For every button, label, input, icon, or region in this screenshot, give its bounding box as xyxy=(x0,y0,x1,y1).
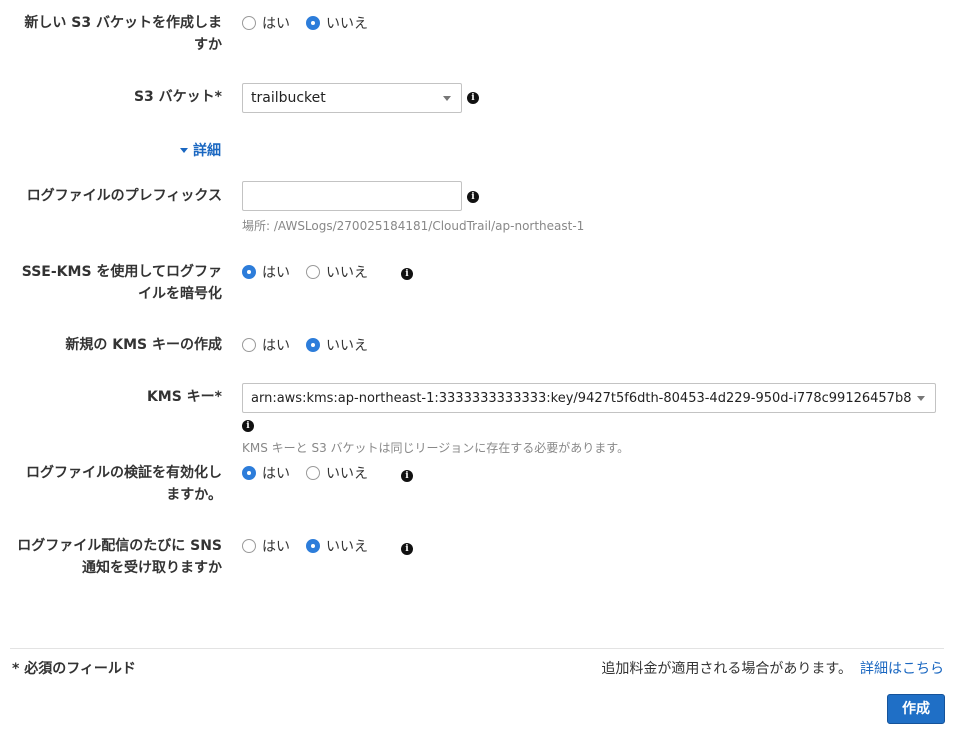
log-validation-no-radio[interactable]: いいえ xyxy=(306,463,368,483)
charges-note-row: 追加料金が適用される場合があります。 詳細はこちら xyxy=(601,658,944,678)
radio-button[interactable] xyxy=(306,265,320,279)
log-validation-label: ログファイルの検証を有効化し ますか。 xyxy=(0,462,222,506)
sns-notify-label-line1: ログファイル配信のたびに SNS xyxy=(17,538,222,554)
kms-key-label: KMS キー* xyxy=(146,389,222,405)
caret-down-icon xyxy=(180,147,188,153)
radio-label: はい xyxy=(262,539,290,555)
new-kms-key-radio-group: はい いいえ xyxy=(242,334,384,356)
radio-label: いいえ xyxy=(326,539,368,555)
new-bucket-label: 新しい S3 バケットを作成しま すか xyxy=(0,12,222,56)
charges-note: 追加料金が適用される場合があります。 xyxy=(601,661,852,677)
new-kms-key-no-radio[interactable]: いいえ xyxy=(306,335,368,355)
new-bucket-no-radio[interactable]: いいえ xyxy=(306,13,368,33)
log-validation-label-line2: ますか。 xyxy=(166,487,222,503)
radio-button[interactable] xyxy=(306,466,320,480)
details-toggle[interactable]: 詳細 xyxy=(180,140,221,160)
kms-key-select[interactable]: arn:aws:kms:ap-northeast-1:3333333333333… xyxy=(242,383,936,413)
create-button[interactable]: 作成 xyxy=(887,694,945,724)
radio-label: はい xyxy=(262,16,290,32)
info-icon[interactable]: i xyxy=(401,268,413,280)
sns-notify-no-radio[interactable]: いいえ xyxy=(306,536,368,556)
new-kms-key-label: 新規の KMS キーの作成 xyxy=(65,337,222,353)
caret-down-icon xyxy=(917,396,925,401)
sse-kms-label: SSE-KMS を使用してログファ イルを暗号化 xyxy=(0,261,222,305)
info-icon[interactable]: i xyxy=(401,470,413,482)
info-icon[interactable]: i xyxy=(467,92,479,104)
new-kms-key-yes-radio[interactable]: はい xyxy=(242,335,290,355)
log-prefix-label: ログファイルのプレフィックス xyxy=(26,188,222,204)
radio-button[interactable] xyxy=(306,539,320,553)
radio-button[interactable] xyxy=(242,16,256,30)
sns-notify-radio-group: はい いいえ xyxy=(242,535,384,557)
radio-label: はい xyxy=(262,338,290,354)
radio-button[interactable] xyxy=(306,16,320,30)
new-bucket-label-line1: 新しい S3 バケットを作成しま xyxy=(24,15,222,31)
sse-kms-label-line1: SSE-KMS を使用してログファ xyxy=(21,264,222,280)
s3-bucket-select[interactable]: trailbucket xyxy=(242,83,462,113)
info-icon[interactable]: i xyxy=(242,420,254,432)
sns-notify-label: ログファイル配信のたびに SNS 通知を受け取りますか xyxy=(0,535,222,579)
radio-button[interactable] xyxy=(242,539,256,553)
radio-button[interactable] xyxy=(242,466,256,480)
sse-kms-no-radio[interactable]: いいえ xyxy=(306,262,368,282)
radio-label: いいえ xyxy=(326,338,368,354)
log-validation-radio-group: はい いいえ xyxy=(242,462,384,484)
log-prefix-input[interactable] xyxy=(242,181,462,211)
required-fields-note: * 必須のフィールド xyxy=(12,661,136,677)
sse-kms-label-line2: イルを暗号化 xyxy=(138,286,222,302)
radio-label: はい xyxy=(262,466,290,482)
footer-divider xyxy=(10,648,944,649)
info-icon[interactable]: i xyxy=(467,191,479,203)
radio-label: いいえ xyxy=(326,265,368,281)
details-toggle-label: 詳細 xyxy=(193,143,221,159)
radio-label: いいえ xyxy=(326,466,368,482)
sns-notify-label-line2: 通知を受け取りますか xyxy=(82,560,222,576)
radio-label: はい xyxy=(262,265,290,281)
caret-down-icon xyxy=(443,96,451,101)
radio-button[interactable] xyxy=(242,338,256,352)
kms-key-value: arn:aws:kms:ap-northeast-1:3333333333333… xyxy=(251,390,911,406)
log-prefix-hint: 場所: /AWSLogs/270025184181/CloudTrail/ap-… xyxy=(242,219,585,233)
log-validation-label-line1: ログファイルの検証を有効化し xyxy=(26,465,222,481)
radio-label: いいえ xyxy=(326,16,368,32)
sse-kms-radio-group: はい いいえ xyxy=(242,261,384,283)
radio-button[interactable] xyxy=(306,338,320,352)
s3-bucket-value: trailbucket xyxy=(251,90,326,106)
s3-bucket-label: S3 バケット* xyxy=(133,89,222,105)
details-link[interactable]: 詳細はこちら xyxy=(860,658,944,678)
kms-key-hint: KMS キーと S3 バケットは同じリージョンに存在する必要があります。 xyxy=(242,441,630,455)
new-bucket-radio-group: はい いいえ xyxy=(242,12,384,34)
log-validation-yes-radio[interactable]: はい xyxy=(242,463,290,483)
new-bucket-yes-radio[interactable]: はい xyxy=(242,13,290,33)
sse-kms-yes-radio[interactable]: はい xyxy=(242,262,290,282)
info-icon[interactable]: i xyxy=(401,543,413,555)
new-bucket-label-line2: すか xyxy=(194,37,222,53)
sns-notify-yes-radio[interactable]: はい xyxy=(242,536,290,556)
radio-button[interactable] xyxy=(242,265,256,279)
